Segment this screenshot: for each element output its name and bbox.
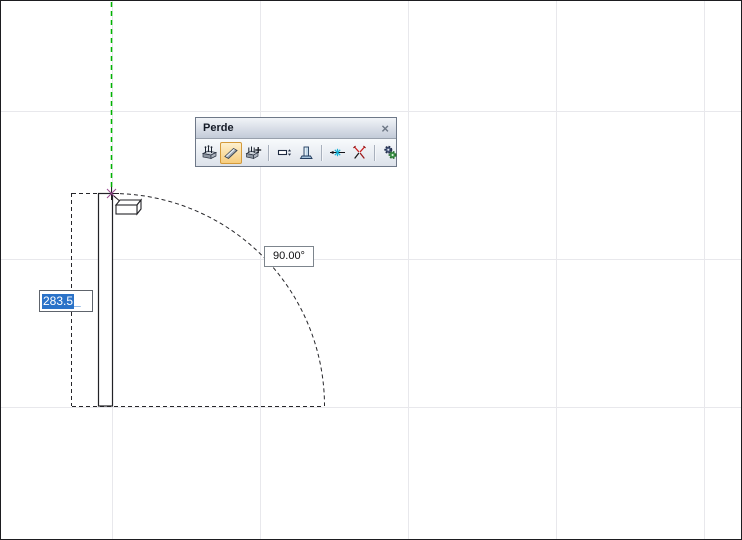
toolbar-separator — [321, 145, 322, 161]
angle-arc — [113, 194, 325, 407]
toolbar-buttons-row — [196, 139, 396, 166]
perde-toolbar: Perde × — [195, 117, 397, 167]
toolbar-titlebar[interactable]: Perde × — [196, 118, 396, 139]
shearwall-draw-icon — [223, 144, 240, 161]
column-button[interactable] — [295, 142, 317, 164]
drawing-layer — [1, 1, 742, 540]
shearwall-draw-button[interactable] — [220, 142, 242, 164]
shearwall-rebar-button[interactable] — [198, 142, 220, 164]
text-caret: _ — [74, 294, 81, 308]
toolbar-title: Perde — [203, 123, 380, 134]
angle-readout: 90.00° — [264, 246, 314, 267]
shearwall-rebar-icon — [201, 144, 218, 161]
settings-gears-button[interactable] — [379, 142, 401, 164]
axis-intersect-icon — [329, 144, 346, 161]
wall-tool-cursor-icon — [116, 200, 141, 214]
length-input-value: 283.5 — [42, 294, 74, 309]
node-break-icon — [351, 144, 368, 161]
close-icon[interactable]: × — [380, 122, 390, 135]
length-input[interactable]: 283.5_ — [39, 290, 93, 312]
toolbar-separator — [268, 145, 269, 161]
column-icon — [298, 144, 315, 161]
toolbar-separator — [374, 145, 375, 161]
node-break-button[interactable] — [348, 142, 370, 164]
wall-outline — [99, 194, 113, 407]
axis-intersect-button[interactable] — [326, 142, 348, 164]
shearwall-add-button[interactable] — [242, 142, 264, 164]
wall-offset-button[interactable] — [273, 142, 295, 164]
shearwall-add-icon — [245, 144, 262, 161]
wall-offset-icon — [276, 144, 293, 161]
settings-gears-icon — [382, 144, 399, 161]
cad-drawing-canvas[interactable]: 90.00° 283.5_ Perde × — [0, 0, 742, 540]
